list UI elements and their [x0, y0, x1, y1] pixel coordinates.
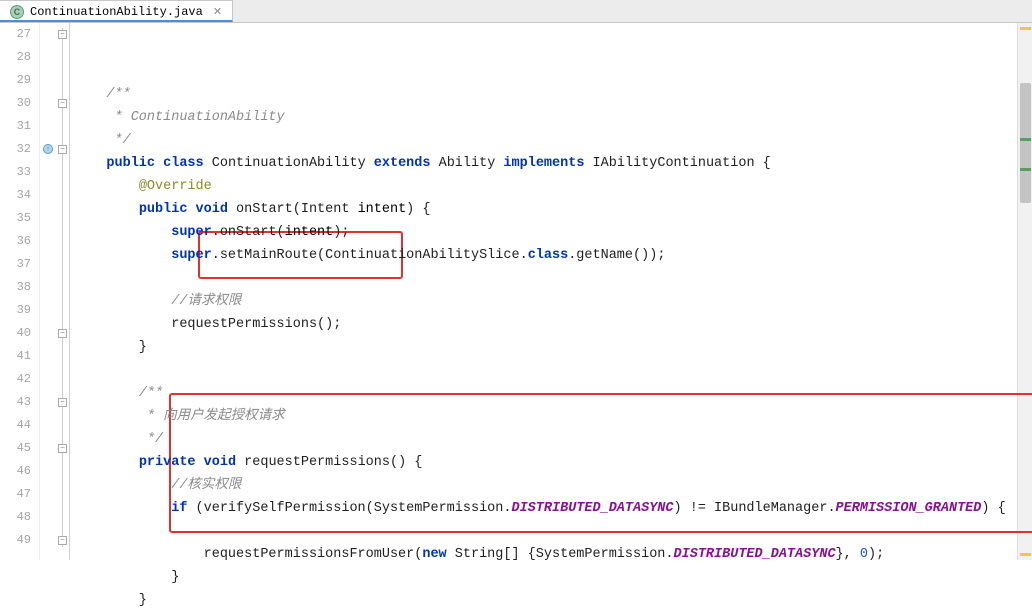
code-line[interactable]: */	[74, 428, 1017, 451]
code-line[interactable]	[74, 267, 1017, 290]
file-tab-continuationability[interactable]: C ContinuationAbility.java ✕	[0, 0, 233, 22]
override-marker-icon[interactable]: ↑	[41, 142, 55, 156]
line-number-gutter: 2728293031323334353637383940414243444546…	[0, 23, 40, 560]
marker-column: ↑	[40, 23, 56, 560]
line-number: 39	[0, 299, 31, 322]
line-number: 27	[0, 23, 31, 46]
vertical-scrollbar[interactable]	[1017, 23, 1032, 560]
code-line[interactable]	[74, 359, 1017, 382]
line-number: 48	[0, 506, 31, 529]
line-number: 42	[0, 368, 31, 391]
line-number: 45	[0, 437, 31, 460]
fold-toggle[interactable]: −	[58, 398, 67, 407]
code-line[interactable]: }	[74, 589, 1017, 612]
fold-toggle[interactable]: −	[58, 30, 67, 39]
fold-toggle[interactable]: −	[58, 536, 67, 545]
code-line[interactable]: public class ContinuationAbility extends…	[74, 152, 1017, 175]
line-number: 36	[0, 230, 31, 253]
fold-toggle[interactable]: −	[58, 145, 67, 154]
code-line[interactable]: }	[74, 336, 1017, 359]
fold-toggle[interactable]: −	[58, 329, 67, 338]
line-number: 47	[0, 483, 31, 506]
scrollbar-mark[interactable]	[1020, 168, 1031, 171]
line-number: 38	[0, 276, 31, 299]
code-line[interactable]: requestPermissionsFromUser(new String[] …	[74, 543, 1017, 566]
line-number: 49	[0, 529, 31, 552]
line-number: 37	[0, 253, 31, 276]
java-class-icon: C	[10, 5, 24, 19]
line-number: 33	[0, 161, 31, 184]
scrollbar-thumb[interactable]	[1020, 83, 1031, 203]
tab-filename: ContinuationAbility.java	[30, 5, 203, 19]
tab-bar: C ContinuationAbility.java ✕	[0, 0, 1032, 23]
line-number: 44	[0, 414, 31, 437]
code-line[interactable]: //核实权限	[74, 474, 1017, 497]
scrollbar-mark[interactable]	[1020, 27, 1031, 30]
code-line[interactable]	[74, 520, 1017, 543]
line-number: 46	[0, 460, 31, 483]
code-line[interactable]: super.setMainRoute(ContinuationAbilitySl…	[74, 244, 1017, 267]
editor: 2728293031323334353637383940414243444546…	[0, 23, 1032, 560]
line-number: 35	[0, 207, 31, 230]
code-line[interactable]: @Override	[74, 175, 1017, 198]
code-line[interactable]: //请求权限	[74, 290, 1017, 313]
line-number: 40	[0, 322, 31, 345]
code-line[interactable]: */	[74, 129, 1017, 152]
code-area[interactable]: /** * ContinuationAbility */ public clas…	[70, 23, 1017, 560]
line-number: 30	[0, 92, 31, 115]
code-line[interactable]: * ContinuationAbility	[74, 106, 1017, 129]
code-line[interactable]: super.onStart(intent);	[74, 221, 1017, 244]
code-line[interactable]: }	[74, 566, 1017, 589]
line-number: 34	[0, 184, 31, 207]
line-number: 43	[0, 391, 31, 414]
code-line[interactable]: /**	[74, 83, 1017, 106]
line-number: 32	[0, 138, 31, 161]
code-line[interactable]: requestPermissions();	[74, 313, 1017, 336]
line-number: 31	[0, 115, 31, 138]
fold-toggle[interactable]: −	[58, 444, 67, 453]
code-line[interactable]: public void onStart(Intent intent) {	[74, 198, 1017, 221]
code-line[interactable]: if (verifySelfPermission(SystemPermissio…	[74, 497, 1017, 520]
code-line[interactable]: * 向用户发起授权请求	[74, 405, 1017, 428]
line-number: 28	[0, 46, 31, 69]
code-line[interactable]: private void requestPermissions() {	[74, 451, 1017, 474]
code-line[interactable]: /**	[74, 382, 1017, 405]
fold-column: − − − − − − −	[56, 23, 70, 560]
scrollbar-mark[interactable]	[1020, 138, 1031, 141]
fold-toggle[interactable]: −	[58, 99, 67, 108]
scrollbar-mark[interactable]	[1020, 553, 1031, 556]
line-number: 29	[0, 69, 31, 92]
line-number: 41	[0, 345, 31, 368]
close-icon[interactable]: ✕	[213, 5, 222, 18]
